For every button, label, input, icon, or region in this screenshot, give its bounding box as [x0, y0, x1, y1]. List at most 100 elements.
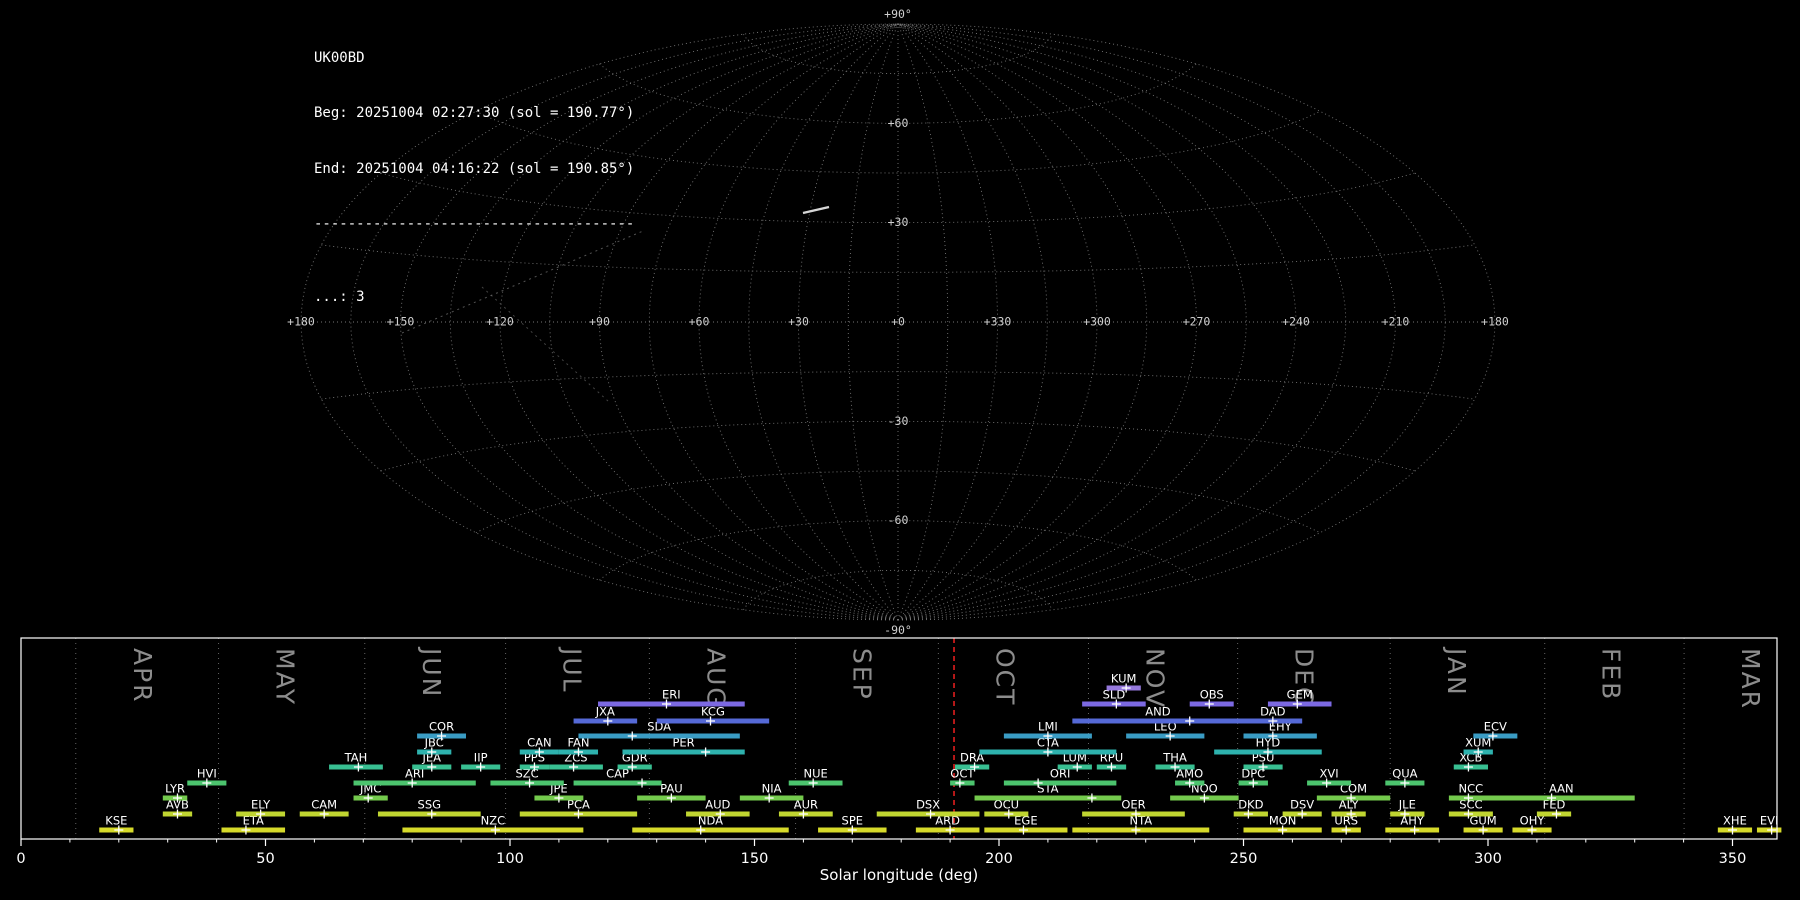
sky-grid-meridian — [897, 23, 1446, 621]
sky-lat-label: +30 — [888, 215, 909, 229]
shower-label: SSG — [418, 798, 442, 812]
station-id: UK00BD — [314, 49, 365, 66]
month-label: JUL — [558, 646, 587, 694]
month-label: MAR — [1736, 648, 1765, 710]
shower-label: DKD — [1238, 798, 1263, 812]
shower-bar — [974, 795, 1122, 801]
shower-label: NUE — [803, 767, 827, 781]
session-end: End: 20251004 04:16:22 (sol = 190.85°) — [314, 160, 635, 177]
shower-bar — [573, 780, 662, 786]
sky-lat-label: -90° — [884, 623, 912, 637]
axis-tick-label: 100 — [496, 851, 524, 867]
sky-lat-label: +90° — [884, 7, 912, 21]
shower-label: GEM — [1287, 688, 1313, 702]
shower-label: DSX — [916, 798, 940, 812]
shower-label: QUA — [1392, 767, 1417, 781]
shower-bar — [1488, 795, 1635, 801]
month-label: NOV — [1140, 648, 1169, 709]
sky-grid-parallel — [599, 63, 1197, 124]
shower-label: LMI — [1038, 720, 1058, 734]
axis-tick-label: 350 — [1719, 851, 1747, 867]
shower-label: JXA — [595, 705, 615, 719]
shower-label: CAN — [527, 736, 552, 750]
shower-bar — [598, 701, 745, 707]
sky-lon-label: +180 — [1481, 315, 1509, 329]
sky-lat-label: -30 — [888, 414, 909, 428]
shower-label: NIA — [762, 782, 782, 796]
sky-lon-label: +240 — [1282, 315, 1310, 329]
month-label: JAN — [1442, 646, 1471, 697]
shower-label: COR — [429, 720, 454, 734]
sky-lon-label: +300 — [1083, 315, 1111, 329]
sky-grid-meridian — [897, 23, 1396, 621]
axis-tick-label: 250 — [1230, 851, 1258, 867]
month-label: SEP — [848, 648, 877, 701]
plot-svg: +180 +150 +120 +90 +60 +30 +0 +330 +300 +270 +240 +… — [16, 7, 1782, 867]
x-axis-title: Solar longitude (deg) — [819, 866, 979, 884]
axis-tick-label: 50 — [256, 851, 274, 867]
figure-canvas: +180 +150 +120 +90 +60 +30 +0 +330 +300 +270 +240 +… — [0, 0, 1800, 900]
shower-bar — [1126, 733, 1205, 739]
separator-line: -------------------------------------- — [314, 216, 635, 233]
shower-label: ECV — [1484, 720, 1507, 734]
shower-bar — [622, 749, 745, 755]
shower-label: XVI — [1320, 767, 1339, 781]
shower-label: DSV — [1290, 798, 1314, 812]
shower-label: TAH — [344, 751, 368, 765]
shower-label: AUD — [705, 798, 730, 812]
shower-label: NCC — [1459, 782, 1484, 796]
month-label: OCT — [990, 648, 1019, 706]
sky-lon-label: +30 — [788, 315, 809, 329]
shower-label: NZC — [481, 814, 506, 828]
session-info: UK00BD Beg: 20251004 02:27:30 (sol = 190… — [314, 12, 634, 343]
shower-label: OER — [1121, 798, 1145, 812]
shower-label: OBS — [1200, 688, 1224, 702]
sky-lat-label: -60 — [888, 513, 909, 527]
session-beg: Beg: 20251004 02:27:30 (sol = 190.77°) — [314, 105, 635, 122]
shower-label: THA — [1162, 751, 1187, 765]
sky-lon-label: +0 — [891, 315, 905, 329]
month-label: APR — [128, 648, 157, 704]
sky-grid-meridian — [897, 23, 1048, 621]
shower-label: AND — [1145, 705, 1170, 719]
shower-bar — [632, 827, 789, 833]
shower-label: XHE — [1723, 814, 1747, 828]
shower-label: AAN — [1549, 782, 1574, 796]
month-label: MAY — [271, 648, 300, 706]
axis-tick-label: 300 — [1474, 851, 1502, 867]
shower-label: LYR — [165, 782, 185, 796]
sky-lat-label: +60 — [888, 116, 909, 130]
sky-lon-label: +210 — [1382, 315, 1410, 329]
meteor-count: ...: 3 — [314, 288, 365, 305]
sky-lon-label: +270 — [1183, 315, 1211, 329]
shower-label: KSE — [105, 814, 127, 828]
axis-tick-label: 200 — [985, 851, 1013, 867]
shower-label: CAM — [311, 798, 337, 812]
month-label: FEB — [1597, 648, 1626, 701]
shower-label: KCG — [701, 705, 725, 719]
shower-label: JLE — [1398, 798, 1416, 812]
shower-bar — [221, 827, 286, 833]
shower-label: HVI — [197, 767, 217, 781]
shower-bar — [1072, 718, 1244, 724]
sky-grid-meridian — [748, 23, 899, 621]
meteor-trail — [802, 205, 830, 215]
activity-chart: APR MAY JUN JUL AUG SEP OCT NOV DEC JAN FEB MARKSE E… — [16, 637, 1782, 867]
shower-label: ELY — [251, 798, 271, 812]
shower-label: DAD — [1260, 705, 1286, 719]
shower-label: PAU — [660, 782, 682, 796]
sky-lon-label: +180 — [287, 315, 315, 329]
shower-bar — [1243, 733, 1317, 739]
shower-label: KUM — [1111, 672, 1137, 686]
shower-bar — [578, 733, 740, 739]
shower-label: ERI — [662, 688, 681, 702]
sky-lon-label: +60 — [689, 315, 710, 329]
shower-bar — [1072, 827, 1210, 833]
sky-lon-label: +330 — [984, 315, 1012, 329]
shower-bar — [1003, 780, 1117, 786]
shower-label: IIP — [474, 751, 488, 765]
shower-label: SPE — [842, 814, 864, 828]
axis-tick-label: 150 — [741, 851, 769, 867]
sky-grid-meridian — [897, 23, 998, 621]
month-label: JUN — [417, 646, 446, 698]
